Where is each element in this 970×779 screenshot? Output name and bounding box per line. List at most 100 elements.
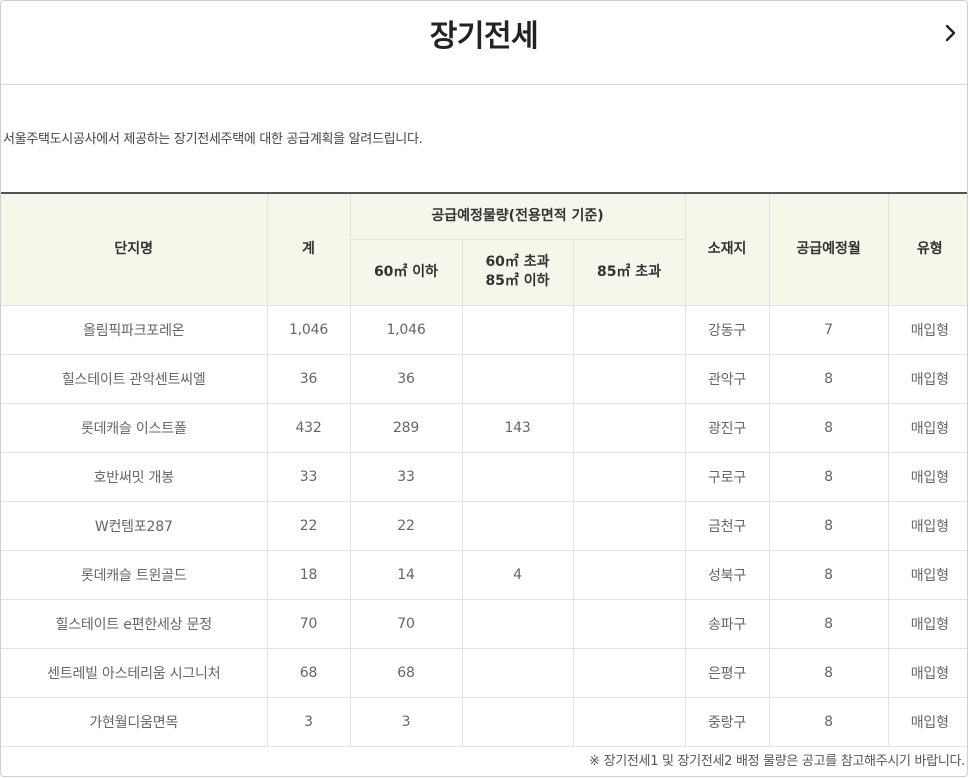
cell-size-large (572, 500, 686, 551)
cell-type: 매입형 (887, 500, 967, 551)
cell-size-small: 33 (349, 451, 463, 502)
cell-name: 올림픽파크포레온 (1, 304, 268, 355)
cell-month: 7 (768, 304, 889, 355)
intro-text: 서울주택도시공사에서 제공하는 장기전세주택에 대한 공급계획을 알려드립니다. (3, 132, 423, 147)
supply-plan-table: 단지명 계 공급예정물량(전용면적 기준) 소재지 공급예정월 유형 60㎡ 이… (1, 192, 967, 747)
cell-size-small: 22 (349, 500, 463, 551)
next-page-button[interactable] (941, 19, 961, 47)
cell-size-small: 289 (349, 402, 463, 453)
cell-type: 매입형 (887, 647, 967, 698)
chevron-right-icon (945, 24, 956, 42)
cell-type: 매입형 (887, 451, 967, 502)
cell-size-small: 3 (349, 696, 463, 747)
cell-size-small: 36 (349, 353, 463, 404)
cell-month: 8 (768, 500, 889, 551)
cell-name: 힐스테이트 관악센트씨엘 (1, 353, 268, 404)
cell-location: 광진구 (684, 402, 770, 453)
footnote: ※ 장기전세1 및 장기전세2 배정 물량은 공고를 참고해주시기 바랍니다. (589, 754, 965, 769)
cell-total: 33 (266, 451, 351, 502)
table-row: 호반써밋 개봉 33 33 구로구 8 매입형 (1, 451, 967, 502)
table-row: W컨템포287 22 22 금천구 8 매입형 (1, 500, 967, 551)
cell-name: 호반써밋 개봉 (1, 451, 268, 502)
cell-size-large (572, 304, 686, 355)
col-header-month: 공급예정월 (768, 192, 889, 306)
cell-type: 매입형 (887, 353, 967, 404)
cell-size-large (572, 451, 686, 502)
cell-total: 1,046 (266, 304, 351, 355)
cell-total: 36 (266, 353, 351, 404)
cell-month: 8 (768, 696, 889, 747)
col-header-name: 단지명 (1, 192, 268, 306)
table-body: 올림픽파크포레온 1,046 1,046 강동구 7 매입형 힐스테이트 관악센… (1, 304, 967, 747)
page-header: 장기전세 (1, 1, 967, 85)
cell-size-mid (461, 598, 574, 649)
col-header-total: 계 (266, 192, 351, 306)
cell-size-mid (461, 353, 574, 404)
cell-name: 센트레빌 아스테리움 시그니처 (1, 647, 268, 698)
cell-location: 강동구 (684, 304, 770, 355)
cell-size-mid (461, 451, 574, 502)
cell-month: 8 (768, 402, 889, 453)
cell-month: 8 (768, 353, 889, 404)
cell-month: 8 (768, 549, 889, 600)
cell-size-large (572, 549, 686, 600)
cell-total: 70 (266, 598, 351, 649)
table-row: 롯데캐슬 트윈골드 18 14 4 성북구 8 매입형 (1, 549, 967, 600)
cell-size-mid (461, 647, 574, 698)
cell-total: 22 (266, 500, 351, 551)
cell-location: 중랑구 (684, 696, 770, 747)
table-row: 센트레빌 아스테리움 시그니처 68 68 은평구 8 매입형 (1, 647, 967, 698)
table-row: 가현월디움면목 3 3 중랑구 8 매입형 (1, 696, 967, 747)
cell-size-large (572, 402, 686, 453)
cell-total: 68 (266, 647, 351, 698)
cell-size-mid (461, 500, 574, 551)
cell-name: 힐스테이트 e편한세상 문정 (1, 598, 268, 649)
cell-size-small: 14 (349, 549, 463, 600)
cell-size-large (572, 353, 686, 404)
col-header-size-small: 60㎡ 이하 (350, 238, 463, 306)
col-header-planned-volume: 공급예정물량(전용면적 기준) (349, 192, 686, 240)
table-row: 힐스테이트 관악센트씨엘 36 36 관악구 8 매입형 (1, 353, 967, 404)
cell-name: 롯데캐슬 트윈골드 (1, 549, 268, 600)
col-header-size-large: 85㎡ 초과 (572, 238, 686, 306)
cell-location: 성북구 (684, 549, 770, 600)
cell-type: 매입형 (887, 696, 967, 747)
cell-size-small: 70 (349, 598, 463, 649)
cell-type: 매입형 (887, 549, 967, 600)
col-header-size-mid-line1: 60㎡ 초과 (485, 254, 550, 270)
cell-location: 은평구 (684, 647, 770, 698)
cell-location: 송파구 (684, 598, 770, 649)
col-header-type: 유형 (887, 192, 967, 306)
cell-size-small: 68 (349, 647, 463, 698)
col-header-size-mid: 60㎡ 초과 85㎡ 이하 (461, 238, 574, 306)
page-title: 장기전세 (429, 19, 539, 54)
cell-total: 18 (266, 549, 351, 600)
cell-location: 구로구 (684, 451, 770, 502)
cell-month: 8 (768, 451, 889, 502)
cell-location: 금천구 (684, 500, 770, 551)
cell-month: 8 (768, 647, 889, 698)
cell-name: 롯데캐슬 이스트폴 (1, 402, 268, 453)
cell-type: 매입형 (887, 598, 967, 649)
cell-size-mid: 143 (461, 402, 574, 453)
cell-location: 관악구 (684, 353, 770, 404)
cell-name: 가현월디움면목 (1, 696, 268, 747)
table-row: 올림픽파크포레온 1,046 1,046 강동구 7 매입형 (1, 304, 967, 355)
table-row: 힐스테이트 e편한세상 문정 70 70 송파구 8 매입형 (1, 598, 967, 649)
cell-size-large (572, 696, 686, 747)
cell-size-mid (461, 304, 574, 355)
cell-total: 432 (266, 402, 351, 453)
cell-size-mid (461, 696, 574, 747)
cell-size-mid: 4 (461, 549, 574, 600)
cell-size-large (572, 647, 686, 698)
cell-name: W컨템포287 (1, 500, 268, 551)
cell-month: 8 (768, 598, 889, 649)
cell-type: 매입형 (887, 402, 967, 453)
content-panel: 장기전세 서울주택도시공사에서 제공하는 장기전세주택에 대한 공급계획을 알려… (0, 0, 968, 777)
col-header-size-mid-line2: 85㎡ 이하 (485, 273, 550, 289)
cell-type: 매입형 (887, 304, 967, 355)
table-row: 롯데캐슬 이스트폴 432 289 143 광진구 8 매입형 (1, 402, 967, 453)
cell-size-large (572, 598, 686, 649)
cell-total: 3 (266, 696, 351, 747)
cell-size-small: 1,046 (349, 304, 463, 355)
